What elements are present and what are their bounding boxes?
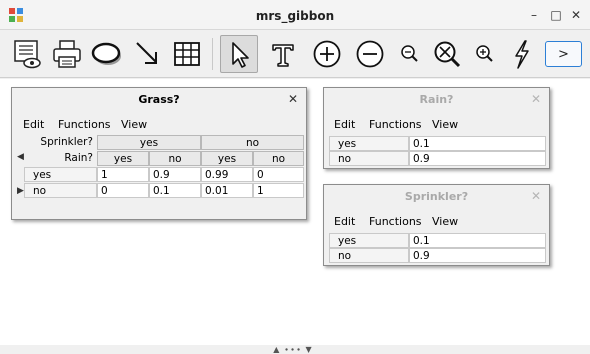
view-document-icon[interactable] (8, 35, 46, 73)
parent1-value: no (201, 135, 304, 150)
probability-cell[interactable]: 0 (253, 167, 304, 182)
probability-cell[interactable]: 0 (97, 183, 149, 198)
probability-cell[interactable]: 1 (97, 167, 149, 182)
parent2-label: Rain? (24, 151, 97, 166)
grass-node-panel: Grass? ✕ Edit Functions View Sprinkler? … (11, 87, 307, 220)
scroll-right-icon[interactable]: ▶ (17, 186, 24, 196)
probability-cell[interactable]: 0.9 (409, 151, 546, 166)
maximize-button[interactable]: □ (549, 8, 563, 22)
parent1-value: yes (97, 135, 201, 150)
table-row-label: yes (329, 136, 409, 151)
table-row-label: no (24, 183, 97, 198)
probability-cell[interactable]: 0.9 (409, 248, 546, 263)
print-icon[interactable] (48, 35, 86, 73)
menu-view[interactable]: View (121, 118, 147, 131)
probability-cell[interactable]: 0.9 (149, 167, 201, 182)
zoom-fit-icon[interactable] (428, 35, 466, 73)
probability-cell[interactable]: 0.99 (201, 167, 253, 182)
menu-view[interactable]: View (432, 118, 458, 131)
probability-cell[interactable]: 0.01 (201, 183, 253, 198)
zoom-plus-icon[interactable] (308, 35, 346, 73)
table-row-label: no (329, 151, 409, 166)
grass-menubar: Edit Functions View (12, 114, 306, 134)
menu-functions[interactable]: Functions (58, 118, 111, 131)
grass-panel-close-icon[interactable]: ✕ (288, 88, 298, 111)
sprinkler-menubar: Edit Functions View (324, 211, 549, 231)
ellipse-node-icon[interactable] (88, 35, 126, 73)
zoom-out-icon[interactable] (391, 35, 429, 73)
rain-panel-title: Rain? (419, 93, 454, 106)
arrow-edge-icon[interactable] (128, 35, 166, 73)
close-window-button[interactable]: ✕ (569, 8, 583, 22)
probability-cell[interactable]: 0.1 (409, 136, 546, 151)
probability-cell[interactable]: 0.1 (409, 233, 546, 248)
sprinkler-panel-title: Sprinkler? (404, 190, 469, 203)
zoom-minus-icon[interactable] (351, 35, 389, 73)
text-icon[interactable] (264, 35, 302, 73)
select-pointer-icon[interactable] (220, 35, 258, 73)
toolbar: > (0, 30, 590, 78)
minimize-button[interactable]: – (527, 8, 541, 22)
menu-edit[interactable]: Edit (334, 118, 355, 131)
menu-functions[interactable]: Functions (369, 215, 422, 228)
probability-cell[interactable]: 0.1 (149, 183, 201, 198)
window-titlebar: mrs_gibbon – □ ✕ (0, 0, 590, 30)
window-title: mrs_gibbon (255, 9, 335, 23)
menu-edit[interactable]: Edit (334, 215, 355, 228)
sprinkler-node-panel: Sprinkler? ✕ Edit Functions View yes 0.1… (323, 184, 550, 266)
table-row-label: yes (329, 233, 409, 248)
menu-functions[interactable]: Functions (369, 118, 422, 131)
toolbar-separator (212, 38, 213, 70)
next-button[interactable]: > (545, 41, 582, 67)
table-row-label: yes (24, 167, 97, 182)
grass-panel-title: Grass? (138, 93, 180, 106)
zoom-in-icon[interactable] (466, 35, 504, 73)
parent2-value: no (253, 151, 304, 166)
parent2-value: yes (97, 151, 149, 166)
rain-menubar: Edit Functions View (324, 114, 549, 134)
rain-panel-close-icon[interactable]: ✕ (531, 88, 541, 111)
rain-node-panel: Rain? ✕ Edit Functions View yes 0.1 no 0… (323, 87, 550, 169)
menu-edit[interactable]: Edit (23, 118, 44, 131)
menu-view[interactable]: View (432, 215, 458, 228)
table-icon[interactable] (168, 35, 206, 73)
parent1-label: Sprinkler? (24, 135, 97, 150)
parent2-value: yes (201, 151, 253, 166)
lightning-icon[interactable] (503, 35, 541, 73)
splitter-handle[interactable]: ▲ ∙∙∙ ▼ (268, 345, 318, 354)
scroll-left-icon[interactable]: ◀ (17, 152, 24, 162)
sprinkler-panel-close-icon[interactable]: ✕ (531, 185, 541, 208)
table-row-label: no (329, 248, 409, 263)
probability-cell[interactable]: 1 (253, 183, 304, 198)
parent2-value: no (149, 151, 201, 166)
